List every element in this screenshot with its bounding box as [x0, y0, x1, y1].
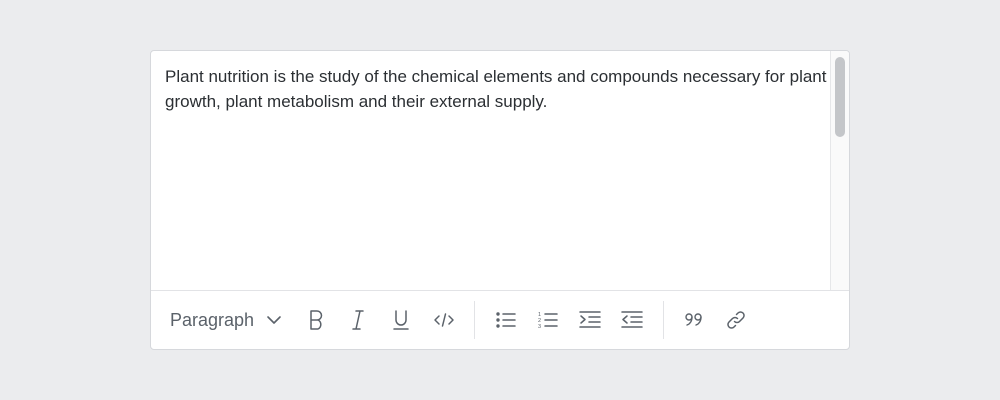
editor-toolbar: Paragraph 1 2 3	[151, 290, 849, 349]
indent-icon	[579, 310, 601, 330]
indent-button[interactable]	[575, 305, 605, 335]
numbered-list-icon: 123	[537, 310, 559, 330]
rich-text-editor: Plant nutrition is the study of the chem…	[150, 50, 850, 350]
bold-icon	[306, 309, 326, 331]
italic-button[interactable]	[343, 305, 373, 335]
svg-text:3: 3	[538, 324, 541, 330]
block-format-label: Paragraph	[170, 309, 255, 330]
numbered-list-button[interactable]: 123	[533, 305, 563, 335]
block-format-dropdown[interactable]: Paragraph	[170, 303, 282, 337]
chevron-down-icon	[266, 315, 282, 325]
bulleted-list-button[interactable]	[491, 305, 521, 335]
underline-button[interactable]	[386, 305, 416, 335]
link-icon	[725, 309, 747, 331]
vertical-scrollbar[interactable]	[830, 51, 849, 290]
editor-content-area[interactable]: Plant nutrition is the study of the chem…	[151, 51, 830, 290]
quote-icon	[684, 312, 704, 328]
link-button[interactable]	[721, 305, 751, 335]
toolbar-separator	[474, 301, 475, 339]
code-button[interactable]	[429, 305, 459, 335]
bold-button[interactable]	[301, 305, 331, 335]
toolbar-separator	[663, 301, 664, 339]
italic-icon	[348, 309, 368, 331]
outdent-icon	[621, 310, 643, 330]
code-icon	[433, 311, 455, 329]
scrollbar-thumb[interactable]	[835, 57, 845, 137]
underline-icon	[391, 309, 411, 331]
blockquote-button[interactable]	[679, 305, 709, 335]
outdent-button[interactable]	[617, 305, 647, 335]
bulleted-list-icon	[495, 310, 517, 330]
editor-text[interactable]: Plant nutrition is the study of the chem…	[151, 51, 830, 114]
